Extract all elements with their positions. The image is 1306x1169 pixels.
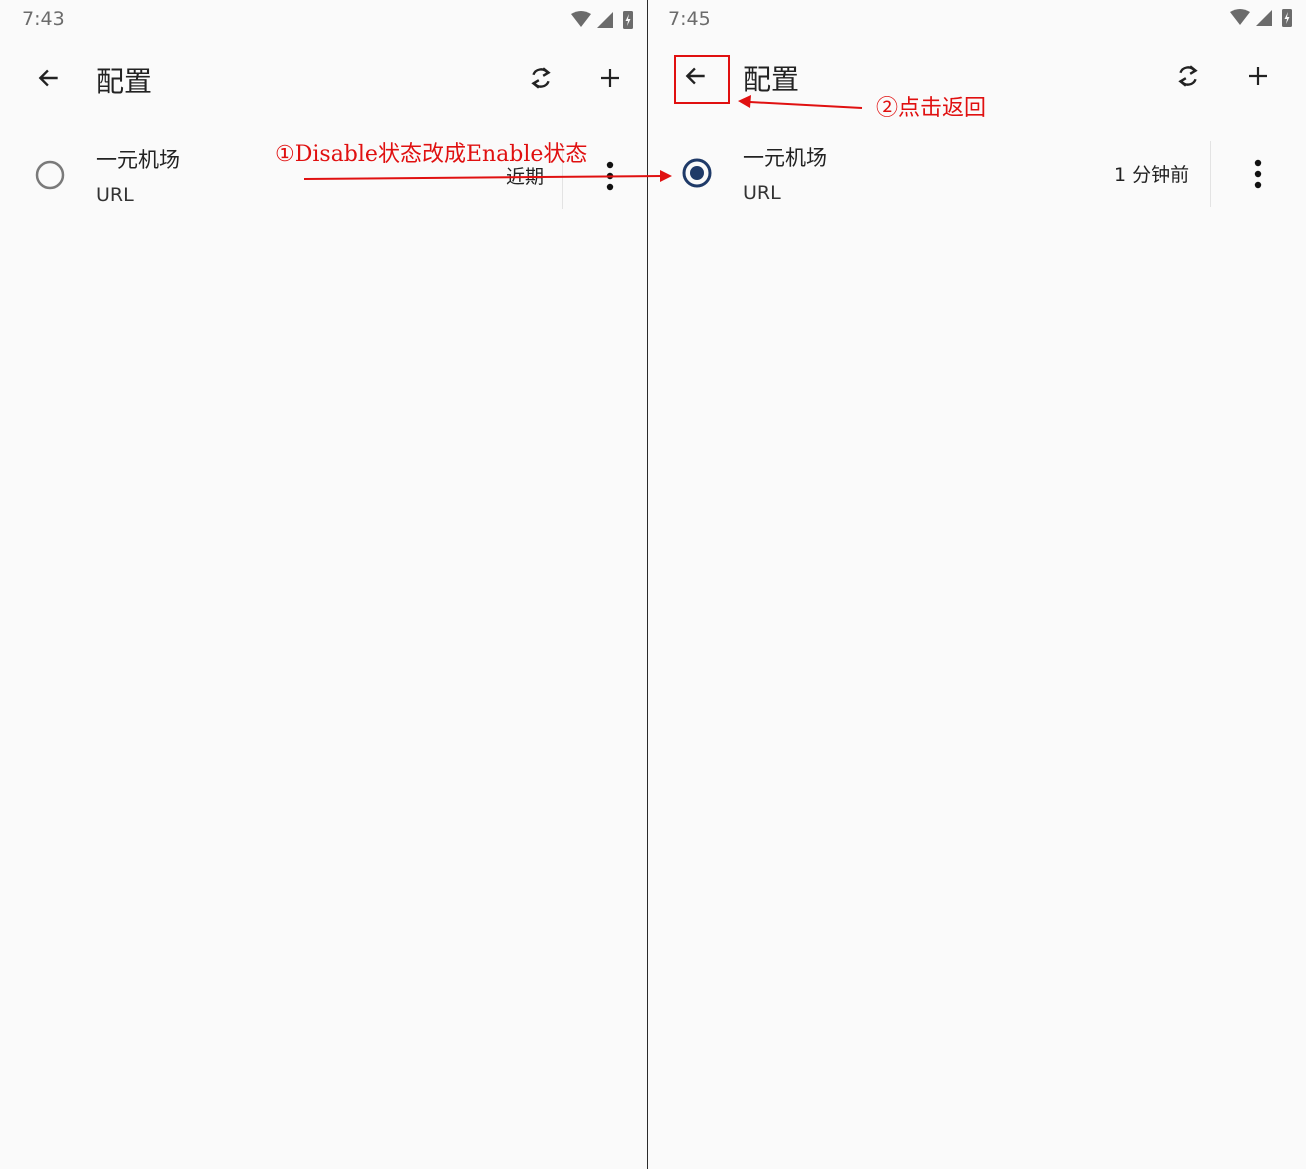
left-screen: 7:43 配置 一元机场 URL 近期 [0,0,647,1169]
sync-button[interactable] [1164,52,1212,100]
right-screen: 7:45 配置 一元机场 URL 1 分钟前 [648,0,1306,1169]
profile-name: 一元机场 [743,146,827,170]
wifi-icon [1230,9,1250,25]
profile-menu-button[interactable] [1238,150,1278,198]
profile-name: 一元机场 [96,148,180,172]
radio-selected-icon [682,158,712,188]
page-title: 配置 [743,63,800,96]
battery-icon [1282,9,1292,27]
page-title: 配置 [96,65,153,98]
signal-icon [1256,10,1272,26]
radio-unselected-icon [35,160,65,190]
annotation-step2: ②点击返回 [876,96,987,121]
more-vert-icon [606,161,614,191]
battery-icon [623,11,633,29]
status-icons [571,11,633,29]
status-time: 7:43 [22,8,65,30]
profile-radio[interactable] [677,153,717,193]
sync-icon [531,67,551,89]
sync-icon [1178,65,1198,87]
row-divider [1210,141,1211,207]
add-button[interactable] [586,54,634,102]
signal-icon [597,12,613,28]
more-vert-icon [1254,159,1262,189]
profile-updated-time: 1 分钟前 [1114,164,1190,186]
back-button-highlight [674,55,730,104]
profile-radio[interactable] [30,155,70,195]
profile-menu-button[interactable] [590,152,630,200]
profile-type: URL [743,182,781,204]
plus-icon [601,69,619,87]
profile-row[interactable]: 一元机场 URL 1 分钟前 [648,134,1306,214]
back-button[interactable] [25,54,73,102]
status-time: 7:45 [668,8,711,30]
add-button[interactable] [1234,52,1282,100]
plus-icon [1249,67,1267,85]
profile-type: URL [96,184,134,206]
annotation-step1: ①Disable状态改成Enable状态 [275,142,588,167]
arrow-left-icon [38,69,58,87]
sync-button[interactable] [517,54,565,102]
wifi-icon [571,11,591,27]
status-icons [1230,9,1292,27]
